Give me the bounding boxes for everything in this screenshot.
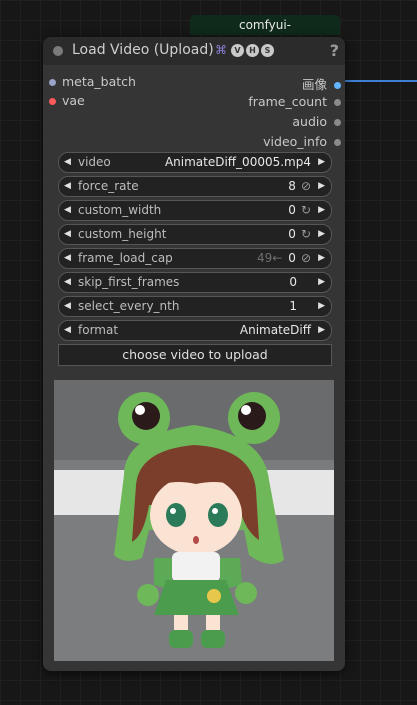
- widget-label: force_rate: [78, 179, 139, 193]
- widget-value[interactable]: AnimateDiff_00005.mp4: [165, 153, 311, 172]
- widget-value[interactable]: AnimateDiff: [240, 321, 311, 340]
- output-dot-video-info[interactable]: [334, 139, 341, 146]
- widget-label: custom_width: [78, 203, 162, 217]
- input-slot-vae[interactable]: vae: [49, 93, 85, 108]
- widget-video[interactable]: ◀ video AnimateDiff_00005.mp4 ▶: [58, 152, 332, 173]
- widget-label: format: [78, 323, 119, 337]
- node-title: Load Video (Upload): [72, 42, 214, 58]
- increment-arrow-icon[interactable]: ▶: [318, 297, 325, 316]
- ghost-hint: 49←: [256, 251, 283, 265]
- widget-label: skip_first_frames: [78, 275, 180, 289]
- widget-custom-width[interactable]: ◀ custom_width 0 ↻ ▶: [58, 200, 332, 221]
- output-slot-frame-count[interactable]: frame_count: [248, 94, 341, 109]
- input-slot-meta-batch[interactable]: meta_batch: [49, 74, 136, 89]
- decrement-arrow-icon[interactable]: ◀: [64, 249, 71, 268]
- decrement-arrow-icon[interactable]: ◀: [64, 201, 71, 220]
- widget-value[interactable]: 49← 0 ⊘: [257, 249, 311, 268]
- widget-value[interactable]: 0: [289, 273, 297, 292]
- output-slot-audio[interactable]: audio: [292, 114, 341, 129]
- widget-select-every-nth[interactable]: ◀ select_every_nth 1 ▶: [58, 296, 332, 317]
- value-text: 8: [288, 179, 296, 193]
- input-label: meta_batch: [62, 74, 136, 89]
- decrement-arrow-icon[interactable]: ◀: [64, 177, 71, 196]
- value-text: 0: [288, 203, 296, 217]
- value-text: 0: [288, 227, 296, 241]
- output-label: audio: [292, 114, 327, 129]
- widget-skip-first-frames[interactable]: ◀ skip_first_frames 0 ▶: [58, 272, 332, 293]
- image-output-wire: [339, 80, 417, 82]
- vhs-logo: ⌘ V H S: [215, 43, 274, 57]
- robot-icon: ⌘: [215, 43, 227, 57]
- vhs-letter-s: S: [261, 43, 274, 57]
- collapse-toggle[interactable]: [53, 46, 63, 56]
- increment-arrow-icon[interactable]: ▶: [318, 177, 325, 196]
- widget-format[interactable]: ◀ format AnimateDiff ▶: [58, 320, 332, 341]
- output-dot-image[interactable]: [334, 82, 341, 89]
- input-dot-meta-batch[interactable]: [49, 79, 56, 86]
- video-preview: [54, 380, 334, 661]
- upload-video-button[interactable]: choose video to upload: [58, 344, 332, 366]
- decrement-arrow-icon[interactable]: ◀: [64, 297, 71, 316]
- widget-value[interactable]: 1: [289, 297, 297, 316]
- help-icon[interactable]: ?: [330, 41, 339, 60]
- decrement-arrow-icon[interactable]: ◀: [64, 321, 71, 340]
- widget-value[interactable]: 0 ↻: [288, 225, 311, 244]
- output-dot-frame-count[interactable]: [334, 99, 341, 106]
- widget-custom-height[interactable]: ◀ custom_height 0 ↻ ▶: [58, 224, 332, 245]
- increment-arrow-icon[interactable]: ▶: [318, 273, 325, 292]
- output-label: frame_count: [248, 94, 327, 109]
- increment-arrow-icon[interactable]: ▶: [318, 321, 325, 340]
- widget-frame-load-cap[interactable]: ◀ frame_load_cap 49← 0 ⊘ ▶: [58, 248, 332, 269]
- vhs-letter-h: H: [246, 43, 259, 57]
- output-slot-image[interactable]: 画像: [302, 74, 341, 93]
- widget-value[interactable]: 0 ↻: [288, 201, 311, 220]
- widget-force-rate[interactable]: ◀ force_rate 8 ⊘ ▶: [58, 176, 332, 197]
- output-dot-audio[interactable]: [334, 119, 341, 126]
- increment-arrow-icon[interactable]: ▶: [318, 153, 325, 172]
- increment-arrow-icon[interactable]: ▶: [318, 249, 325, 268]
- disable-icon[interactable]: ⊘: [301, 251, 311, 265]
- decrement-arrow-icon[interactable]: ◀: [64, 225, 71, 244]
- widget-label: select_every_nth: [78, 299, 180, 313]
- vhs-letter-v: V: [231, 43, 244, 57]
- widget-label: custom_height: [78, 227, 167, 241]
- output-label: 画像: [301, 77, 327, 92]
- reset-icon[interactable]: ↻: [301, 203, 311, 217]
- widget-value[interactable]: 8 ⊘: [288, 177, 311, 196]
- decrement-arrow-icon[interactable]: ◀: [64, 153, 71, 172]
- reset-icon[interactable]: ↻: [301, 227, 311, 241]
- value-text: 0: [288, 251, 296, 265]
- chibi-frog-hood-character-image: [54, 380, 334, 661]
- extension-badge: comfyui-videohelpersuite: [190, 15, 340, 52]
- increment-arrow-icon[interactable]: ▶: [318, 225, 325, 244]
- output-slot-video-info[interactable]: video_info: [263, 134, 341, 149]
- input-dot-vae[interactable]: [49, 98, 56, 105]
- output-label: video_info: [263, 134, 327, 149]
- load-video-node[interactable]: Load Video (Upload) ⌘ V H S ? meta_batch…: [43, 37, 345, 671]
- node-title-bar[interactable]: Load Video (Upload) ⌘ V H S ?: [43, 37, 345, 65]
- input-label: vae: [62, 93, 85, 108]
- widget-label: video: [78, 155, 111, 169]
- widget-label: frame_load_cap: [78, 251, 173, 265]
- disable-icon[interactable]: ⊘: [301, 179, 311, 193]
- increment-arrow-icon[interactable]: ▶: [318, 201, 325, 220]
- decrement-arrow-icon[interactable]: ◀: [64, 273, 71, 292]
